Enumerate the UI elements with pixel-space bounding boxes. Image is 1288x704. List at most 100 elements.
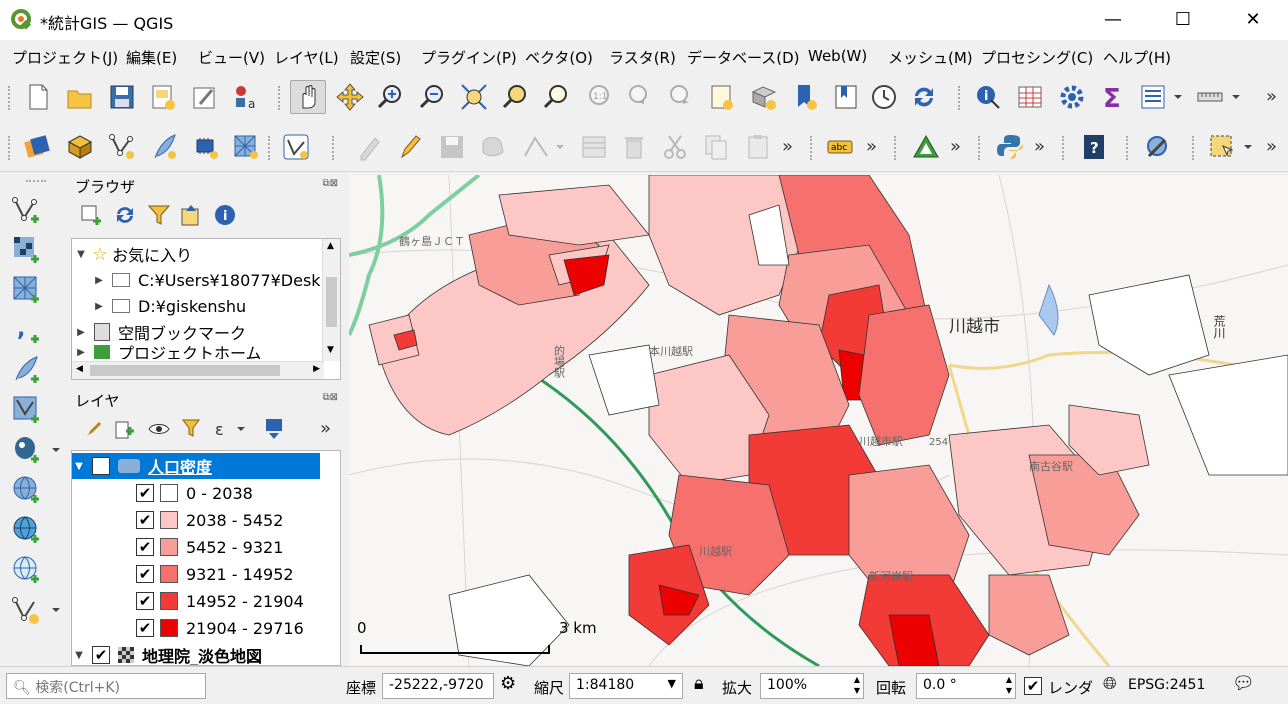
processing-toolbox-icon[interactable]	[1054, 80, 1090, 114]
refresh-icon[interactable]	[906, 80, 942, 114]
crs-globe-icon[interactable]: 🌐︎	[1103, 674, 1117, 694]
project-home-node[interactable]: ▶ プロジェクトホーム	[74, 345, 262, 359]
label-abc-icon[interactable]: abc	[822, 130, 858, 164]
save-project-icon[interactable]	[104, 80, 140, 114]
menu-settings[interactable]: 設定(S)	[350, 47, 401, 68]
add-wms-layer-icon[interactable]	[8, 472, 46, 508]
info-icon[interactable]: i	[210, 200, 240, 230]
legend-class-row[interactable]: ✔ 5452 - 9321	[136, 534, 283, 560]
expand-arrow-icon[interactable]: ▶	[92, 275, 106, 286]
render-checkbox[interactable]: ✔	[1024, 677, 1042, 695]
expand-arrow-icon[interactable]: ▼	[72, 461, 86, 472]
more-tools-chevron-icon[interactable]: »	[1266, 136, 1277, 157]
modify-attributes-icon[interactable]	[576, 130, 612, 164]
spatial-bookmarks-node[interactable]: ▶ 空間ブックマーク	[74, 319, 246, 345]
legend-class-row[interactable]: ✔ 2038 - 5452	[136, 507, 283, 533]
add-feature-icon[interactable]	[476, 130, 512, 164]
layer-visibility-checkbox[interactable]: ✔	[92, 457, 110, 475]
paste-features-icon[interactable]	[740, 130, 776, 164]
new-geopackage-layer-icon[interactable]	[62, 130, 98, 164]
dropdown-arrow-icon[interactable]	[1238, 130, 1258, 164]
label-text-icon[interactable]: a	[228, 80, 264, 114]
more-tools-chevron-icon[interactable]: »	[866, 136, 877, 157]
dropdown-arrow-icon[interactable]	[1226, 80, 1246, 114]
new-map-view-icon[interactable]	[704, 80, 740, 114]
scale-combobox[interactable]: 1:84180 ▼	[569, 673, 683, 699]
maximize-button[interactable]: ☐	[1160, 6, 1206, 34]
legend-class-row[interactable]: ✔ 0 - 2038	[136, 480, 253, 506]
menu-help[interactable]: ヘルプ(H)	[1103, 47, 1171, 68]
toolbar-grip[interactable]	[958, 86, 962, 110]
rotation-spinbox[interactable]: 0.0 ° ▲ ▼	[916, 673, 1016, 699]
crs-button[interactable]: EPSG:2451	[1128, 677, 1205, 693]
pan-hand-icon[interactable]	[290, 80, 326, 114]
legend-class-row[interactable]: ✔ 21904 - 29716	[136, 615, 304, 641]
favorites-node[interactable]: ▼ ☆ お気に入り	[74, 241, 192, 267]
add-raster-layer-icon[interactable]	[8, 232, 46, 268]
add-group-icon[interactable]	[110, 414, 140, 444]
favorite-folder-item[interactable]: ▶ C:¥Users¥18077¥Desk	[92, 267, 320, 293]
coordinate-field[interactable]: -25222,-9720	[382, 673, 494, 699]
toolbar-grip[interactable]	[1126, 136, 1130, 160]
digitize-with-segment-icon[interactable]	[518, 130, 554, 164]
collapse-all-icon[interactable]	[176, 200, 206, 230]
zoom-next-icon[interactable]	[662, 80, 698, 114]
panel-float-close-icon[interactable]: ⧉⊠	[322, 178, 338, 189]
map-canvas[interactable]: 川越市 荒川 鶴ヶ島ＪＣＴ 川越駅 本川越駅 川越市駅 的場駅 南古谷駅 新河岸…	[349, 175, 1288, 666]
menu-project[interactable]: プロジェクト(J)	[12, 47, 118, 68]
select-features-icon[interactable]	[1204, 130, 1240, 164]
attribute-table-icon[interactable]	[1012, 80, 1048, 114]
zoom-last-icon[interactable]	[621, 80, 657, 114]
refresh-icon[interactable]	[110, 200, 140, 230]
more-tools-chevron-icon[interactable]: »	[950, 136, 961, 157]
class-checkbox[interactable]: ✔	[136, 619, 154, 637]
new-shapefile-layer-icon[interactable]	[104, 130, 140, 164]
zoom-full-icon[interactable]	[456, 80, 492, 114]
class-checkbox[interactable]: ✔	[136, 538, 154, 556]
menu-raster[interactable]: ラスタ(R)	[609, 47, 676, 68]
statistical-summary-icon[interactable]: Σ	[1094, 80, 1130, 114]
more-tools-chevron-icon[interactable]: »	[1034, 136, 1045, 157]
legend-class-row[interactable]: ✔ 9321 - 14952	[136, 561, 294, 587]
delete-selected-icon[interactable]	[616, 130, 652, 164]
zoom-to-selection-icon[interactable]	[497, 80, 533, 114]
menu-web[interactable]: Web(W)	[808, 47, 867, 65]
menu-edit[interactable]: 編集(E)	[126, 47, 177, 68]
add-delimited-text-layer-icon[interactable]: ,	[8, 312, 46, 348]
locator-search-input[interactable]: 🔍︎ 検索(Ctrl+K)	[6, 673, 206, 699]
visibility-eye-icon[interactable]	[144, 414, 174, 444]
add-spatialite-layer-icon[interactable]	[8, 352, 46, 388]
dropdown-arrow-icon[interactable]	[48, 592, 64, 628]
python-console-icon[interactable]	[992, 130, 1028, 164]
menu-mesh[interactable]: メッシュ(M)	[888, 47, 973, 68]
new-virtual-layer-icon[interactable]	[188, 130, 224, 164]
expand-all-icon[interactable]	[260, 414, 290, 444]
show-bookmarks-icon[interactable]	[828, 80, 864, 114]
legend-class-row[interactable]: ✔ 14952 - 21904	[136, 588, 304, 614]
zoom-to-layer-icon[interactable]	[538, 80, 574, 114]
measure-line-icon[interactable]	[1192, 80, 1228, 114]
messages-speech-bubble-icon[interactable]: 💬︎	[1232, 673, 1255, 694]
menu-plugins[interactable]: プラグイン(P)	[421, 47, 517, 68]
expand-arrow-icon[interactable]: ▼	[72, 650, 86, 661]
plugin-settings-icon[interactable]	[1140, 130, 1176, 164]
current-edits-icon[interactable]	[352, 130, 388, 164]
expand-arrow-icon[interactable]: ▶	[92, 301, 106, 312]
dropdown-arrow-icon[interactable]: ▼	[668, 677, 676, 690]
expand-arrow-icon[interactable]: ▶	[74, 347, 88, 358]
layer-row-gsi-pale-map[interactable]: ▼ ✔ 地理院_淡色地図	[72, 642, 262, 665]
favorite-folder-item[interactable]: ▶ D:¥giskenshu	[92, 293, 246, 319]
toolbar-grip[interactable]	[1062, 136, 1066, 160]
toolbar-grip[interactable]	[278, 86, 282, 110]
toolbar-grip[interactable]	[894, 136, 898, 160]
attribute-form-icon[interactable]	[1135, 80, 1171, 114]
toolbar-grip[interactable]	[810, 136, 814, 160]
add-wcs-layer-icon[interactable]	[8, 552, 46, 588]
toggle-editing-pencil-icon[interactable]	[392, 130, 428, 164]
zoom-out-icon[interactable]	[415, 80, 451, 114]
dropdown-arrow-icon[interactable]	[550, 130, 570, 164]
dropdown-arrow-icon[interactable]	[48, 432, 64, 468]
cut-features-icon[interactable]	[658, 130, 694, 164]
add-vector-layer-icon[interactable]	[8, 192, 46, 228]
class-checkbox[interactable]: ✔	[136, 511, 154, 529]
